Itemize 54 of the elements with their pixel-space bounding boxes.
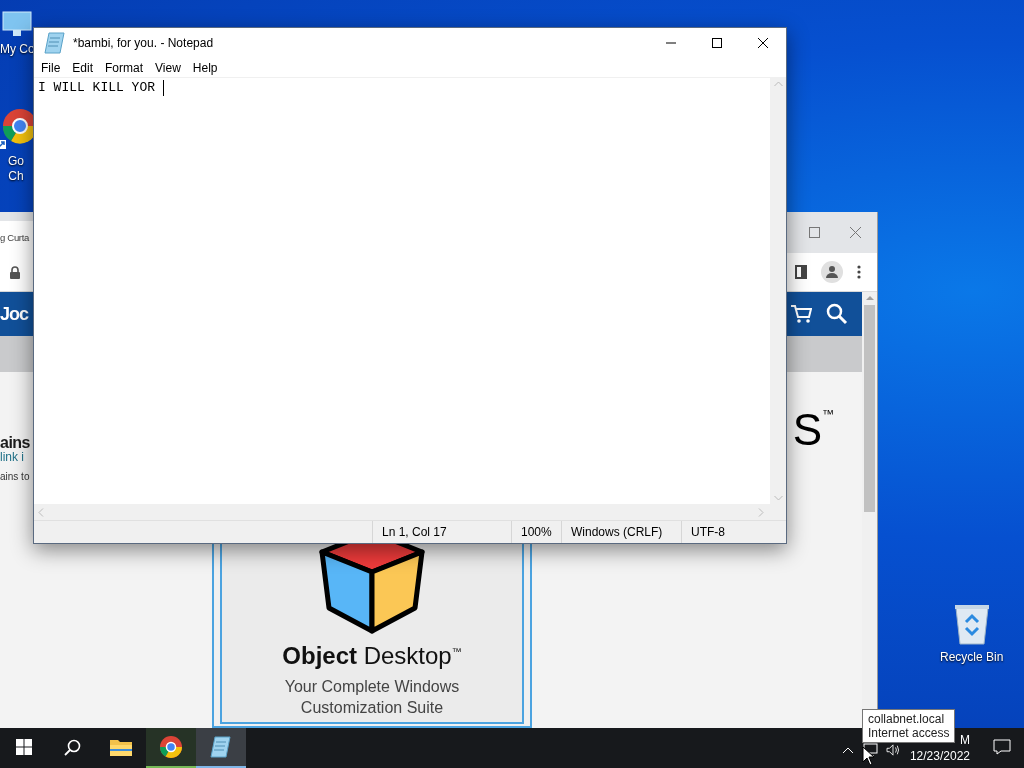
menu-item[interactable]: View: [149, 60, 187, 75]
scrollbar[interactable]: [770, 78, 786, 504]
status-text: UTF-8: [681, 521, 786, 543]
taskbar-app-button[interactable]: [146, 728, 196, 768]
close-icon[interactable]: [850, 227, 861, 238]
cart-icon[interactable]: [790, 304, 812, 325]
menu-item[interactable]: Help: [186, 60, 224, 75]
status-text: 100%: [511, 521, 561, 543]
ad-tagline: Your Complete Windows: [284, 677, 460, 697]
taskbar-app-button[interactable]: [196, 728, 246, 768]
scrollbar[interactable]: [34, 504, 786, 520]
menu-item[interactable]: Edit: [66, 60, 100, 75]
window-title: *bambi, for you. - Notepad: [73, 36, 215, 50]
notification-icon: [993, 739, 1011, 755]
menu-item[interactable]: File: [35, 60, 67, 75]
status-text: Ln 1, Col 17: [372, 521, 511, 543]
chevron-up-icon: [841, 746, 854, 754]
site-logo[interactable]: Joc: [0, 303, 29, 325]
search-icon: [63, 738, 81, 756]
ad-tagline: Customization Suite: [300, 698, 444, 718]
profile-icon[interactable]: [821, 261, 843, 283]
scroll-left-icon: [38, 507, 44, 517]
icon-label: Recycle Bin: [940, 650, 1004, 665]
tooltip-text: collabnet.local: [868, 712, 946, 726]
search-icon[interactable]: [826, 303, 848, 326]
windows-icon: [16, 739, 32, 755]
notepad-icon: [209, 735, 233, 759]
menu-icon[interactable]: [857, 265, 861, 279]
tooltip-text: Internet access: [868, 726, 950, 740]
sidebar-icon[interactable]: [795, 265, 807, 279]
menu-item[interactable]: Format: [99, 60, 150, 75]
scroll-up-icon: [773, 81, 783, 87]
scroll-down-icon: [773, 495, 783, 501]
recycle-bin-icon: [952, 602, 991, 646]
folder-icon: [109, 737, 133, 757]
scroll-up-icon: [865, 295, 874, 301]
page-heading: S$^{™}$: [792, 408, 834, 452]
browser-tab[interactable]: g Curta: [0, 221, 34, 253]
status-text: Windows (CRLF): [561, 521, 681, 543]
computer-icon: [1, 10, 34, 38]
icon-label: Ch: [8, 169, 24, 184]
maximize-icon[interactable]: [809, 227, 820, 238]
icon-label: Go: [8, 154, 24, 169]
maximize-icon: [712, 38, 722, 48]
icon-label: My Co: [0, 42, 35, 57]
scroll-right-icon: [758, 507, 764, 517]
chrome-icon: [159, 735, 183, 759]
paragraph-text: ains to: [0, 470, 30, 484]
notepad-icon: [43, 31, 67, 55]
mouse-cursor-icon: [862, 746, 875, 766]
text-area[interactable]: I WILL KILL YOR: [34, 78, 770, 504]
close-icon: [758, 38, 768, 48]
lock-icon: [10, 265, 20, 279]
ad-title: Object Desktop$^{™}$: [282, 642, 462, 670]
